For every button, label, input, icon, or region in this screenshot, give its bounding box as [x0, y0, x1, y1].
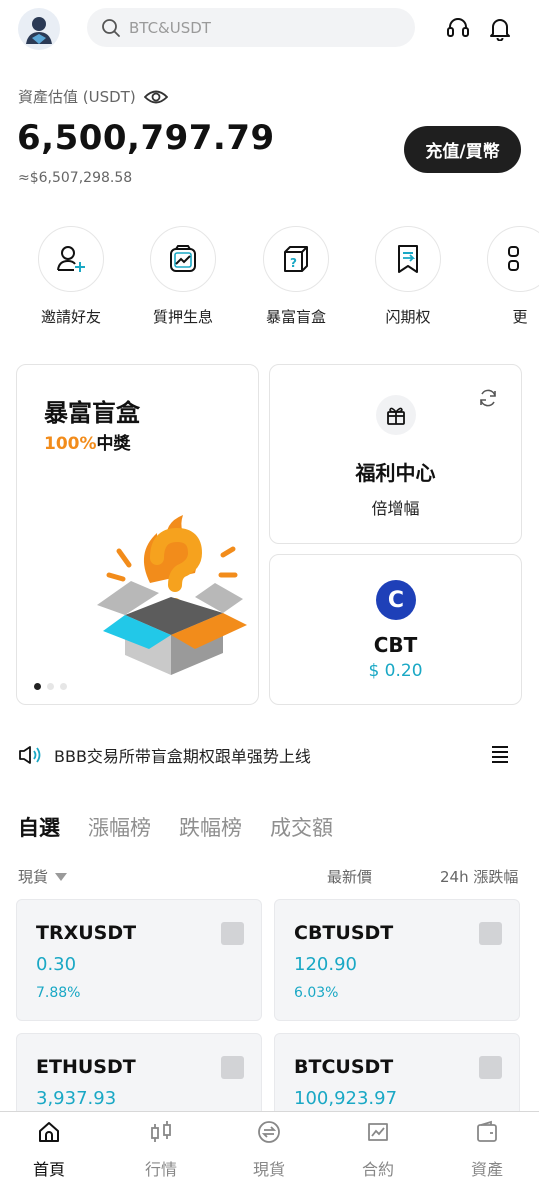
- tab-volume[interactable]: 成交額: [270, 812, 333, 842]
- mystery-box-banner[interactable]: 暴富盲盒 100%中獎: [16, 364, 259, 705]
- flash-option-icon: [375, 226, 441, 292]
- quick-action-label: 暴富盲盒: [265, 308, 326, 326]
- tile-symbol: BTCUSDT: [294, 1056, 394, 1078]
- quick-action-label: 邀請好友: [40, 308, 101, 326]
- cbt-price: $ 0.20: [368, 661, 423, 681]
- mystery-box-illustration-icon: [97, 515, 247, 675]
- menu-list-icon[interactable]: [490, 744, 510, 768]
- support-headset-icon[interactable]: [444, 14, 472, 42]
- tile-change: 6.03%: [294, 985, 339, 1001]
- nav-home[interactable]: 首頁: [14, 1120, 84, 1180]
- welfare-center-card[interactable]: 福利中心 倍增幅: [269, 364, 522, 544]
- candlestick-icon: [151, 1121, 171, 1142]
- exchange-icon: [258, 1121, 280, 1143]
- market-tile[interactable]: TRXUSDT 0.30 7.88%: [16, 899, 262, 1021]
- search-bar[interactable]: [87, 8, 415, 47]
- search-input[interactable]: [129, 18, 379, 37]
- quick-action-stake[interactable]: 質押生息: [143, 226, 223, 327]
- eye-icon[interactable]: [143, 89, 168, 105]
- speaker-icon: [19, 746, 41, 764]
- nav-market[interactable]: 行情: [126, 1120, 196, 1180]
- svg-text:?: ?: [290, 256, 297, 270]
- welfare-subtitle: 倍增幅: [371, 499, 420, 518]
- asset-label: 資產估值 (USDT): [18, 86, 168, 107]
- tile-price: 120.90: [294, 954, 357, 975]
- carousel-dot[interactable]: [47, 683, 54, 690]
- add-user-icon: [38, 226, 104, 292]
- banner-highlight: 100%: [44, 434, 97, 454]
- quick-action-label: 質押生息: [152, 308, 213, 326]
- refresh-icon[interactable]: [477, 387, 499, 413]
- contract-chart-icon: [368, 1123, 388, 1141]
- quick-action-label: 更: [512, 308, 528, 326]
- market-type-selector[interactable]: 現貨: [18, 866, 68, 887]
- home-icon: [39, 1122, 59, 1142]
- tile-price: 0.30: [36, 954, 77, 975]
- quick-action-more[interactable]: 更: [480, 226, 539, 327]
- cbt-logo-icon: C: [376, 580, 416, 620]
- caret-down-icon: [55, 872, 68, 881]
- banner-subtitle-text: 中獎: [96, 434, 131, 454]
- carousel-dots: [34, 683, 67, 690]
- column-latest-price: 最新價: [327, 868, 373, 886]
- tile-symbol: CBTUSDT: [294, 922, 394, 944]
- top-header: [0, 0, 539, 56]
- column-change-24h: 24h 漲跌幅: [440, 868, 519, 886]
- tab-gainers[interactable]: 漲幅榜: [88, 812, 151, 842]
- tab-losers[interactable]: 跌幅榜: [179, 812, 242, 842]
- tile-checkbox[interactable]: [221, 1056, 244, 1079]
- announcement-bar[interactable]: BBB交易所带盲盒期权跟单强势上线: [18, 740, 518, 770]
- wallet-icon: [477, 1120, 497, 1142]
- asset-usd-value: ≈$6,507,298.58: [18, 170, 133, 186]
- tile-checkbox[interactable]: [221, 922, 244, 945]
- gift-icon: [376, 395, 416, 435]
- nav-assets[interactable]: 資產: [452, 1120, 522, 1180]
- tile-checkbox[interactable]: [479, 922, 502, 945]
- nav-label: 現貨: [252, 1160, 285, 1179]
- deposit-buy-button[interactable]: 充值/買幣: [404, 126, 521, 173]
- nav-contract[interactable]: 合約: [343, 1120, 413, 1180]
- quick-action-mystery-box[interactable]: ? 暴富盲盒: [256, 226, 336, 327]
- tab-favorites[interactable]: 自選: [18, 812, 60, 842]
- tile-symbol: ETHUSDT: [36, 1056, 136, 1078]
- market-type-label: 現貨: [18, 868, 49, 886]
- market-tile[interactable]: CBTUSDT 120.90 6.03%: [274, 899, 520, 1021]
- cbt-token-card[interactable]: C CBT $ 0.20: [269, 554, 522, 705]
- nav-label: 首頁: [32, 1160, 65, 1179]
- nav-label: 資產: [470, 1160, 503, 1179]
- nav-label: 合約: [361, 1160, 394, 1179]
- welfare-title: 福利中心: [355, 461, 436, 485]
- tile-price: 3,937.93: [36, 1088, 117, 1109]
- mystery-box-icon: ?: [263, 226, 329, 292]
- nav-label: 行情: [144, 1160, 177, 1179]
- bottom-nav: 首頁 行情 現貨 合約 資產: [0, 1111, 539, 1183]
- stake-chart-icon: [150, 226, 216, 292]
- search-icon: [102, 18, 120, 37]
- cbt-name: CBT: [373, 633, 418, 657]
- tile-price: 100,923.97: [294, 1088, 398, 1109]
- carousel-dot-active[interactable]: [34, 683, 41, 690]
- quick-actions: 邀請好友 質押生息 ? 暴富盲盒 闪期权 更: [0, 226, 539, 336]
- quick-action-invite[interactable]: 邀請好友: [31, 226, 111, 327]
- asset-label-text: 資產估值 (USDT): [18, 88, 136, 106]
- carousel-dot[interactable]: [60, 683, 67, 690]
- announcement-text: BBB交易所带盲盒期权跟单强势上线: [54, 747, 311, 766]
- banner-title: 暴富盲盒: [44, 399, 140, 427]
- quick-action-label: 闪期权: [385, 308, 431, 326]
- tile-checkbox[interactable]: [479, 1056, 502, 1079]
- user-avatar-icon: [26, 17, 52, 44]
- quick-action-flash-option[interactable]: 闪期权: [368, 226, 448, 327]
- more-grid-icon: [487, 226, 539, 292]
- asset-value: 6,500,797.79: [17, 118, 275, 158]
- market-tabs: 自選 漲幅榜 跌幅榜 成交額: [18, 812, 333, 842]
- tile-change: 7.88%: [36, 985, 81, 1001]
- banner-subtitle: 100%中獎: [44, 429, 131, 454]
- tile-symbol: TRXUSDT: [36, 922, 137, 944]
- bell-icon[interactable]: [486, 14, 514, 42]
- avatar[interactable]: [18, 8, 60, 50]
- nav-spot[interactable]: 現貨: [234, 1120, 304, 1180]
